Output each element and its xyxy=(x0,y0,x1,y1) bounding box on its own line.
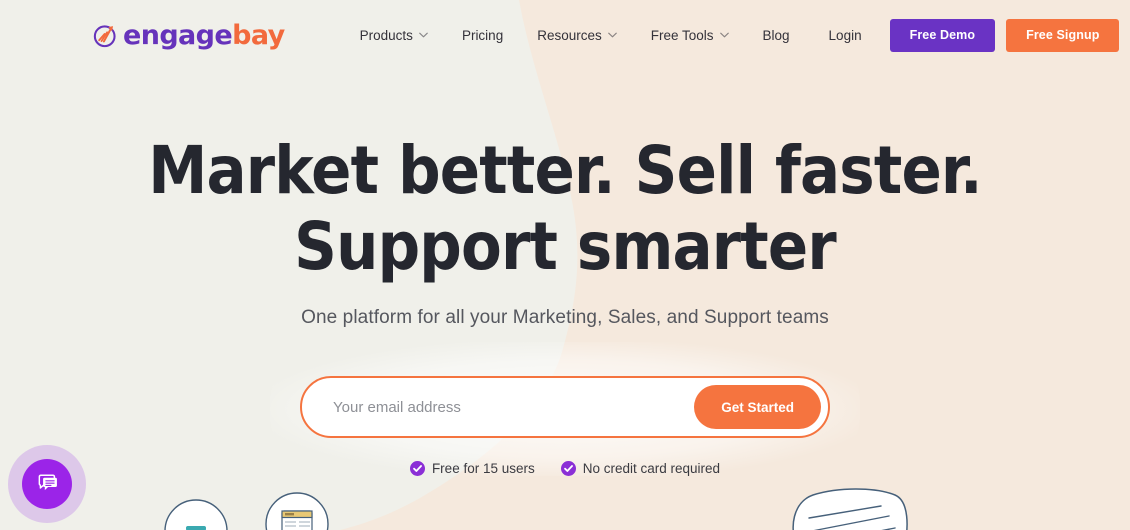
signup-form-pill: Get Started xyxy=(300,376,830,438)
site-header: engagebay Products Pricing Resources Fre… xyxy=(0,0,1130,70)
hero-headline: Market better. Sell faster. Support smar… xyxy=(0,133,1130,285)
trust-badge-free-users: Free for 15 users xyxy=(409,461,535,476)
nav-item-label: Pricing xyxy=(461,27,504,43)
chat-widget-button[interactable] xyxy=(8,445,86,523)
signup-form: Get Started xyxy=(270,342,860,476)
email-input[interactable] xyxy=(302,378,695,436)
get-started-button[interactable]: Get Started xyxy=(694,385,821,429)
nav-item-free-tools[interactable]: Free Tools xyxy=(634,28,746,43)
free-demo-button[interactable]: Free Demo xyxy=(889,18,996,52)
chat-bubble-icon xyxy=(38,474,57,490)
header-actions: Login Free Demo Free Signup xyxy=(807,18,1120,52)
circle-badge-teal xyxy=(164,499,228,530)
chevron-down-icon xyxy=(719,32,729,38)
free-signup-button[interactable]: Free Signup xyxy=(1006,18,1120,52)
document-card xyxy=(792,488,908,530)
trust-badge-label: No credit card required xyxy=(582,461,721,476)
nav-item-label: Resources xyxy=(537,27,602,43)
logo-text-primary: engage xyxy=(123,19,233,51)
hero-headline-line-1: Market better. Sell faster. xyxy=(148,132,982,209)
chat-widget-inner xyxy=(22,459,72,509)
nav-item-pricing[interactable]: Pricing xyxy=(445,28,520,43)
nav-item-label: Products xyxy=(359,27,413,43)
trust-badge-label: Free for 15 users xyxy=(431,461,535,476)
nav-item-products[interactable]: Products xyxy=(343,28,445,43)
hero-subheadline: One platform for all your Marketing, Sal… xyxy=(301,307,829,328)
logo[interactable]: engagebay xyxy=(92,15,285,55)
hero-headline-line-2: Support smarter xyxy=(294,208,837,285)
logo-text: engagebay xyxy=(123,22,285,49)
trust-badges: Free for 15 users No credit card require… xyxy=(0,461,1130,476)
chevron-down-icon xyxy=(419,32,428,38)
check-circle-icon xyxy=(560,461,576,476)
chevron-down-icon xyxy=(607,32,617,38)
nav-item-blog[interactable]: Blog xyxy=(746,28,807,43)
circle-badge-browser xyxy=(265,492,329,530)
logo-text-accent: bay xyxy=(232,19,285,51)
main-navigation: Products Pricing Resources Free Tools Bl… xyxy=(343,28,807,43)
nav-item-label: Free Tools xyxy=(650,27,714,43)
login-link[interactable]: Login xyxy=(807,28,884,43)
trust-badge-no-credit-card: No credit card required xyxy=(560,461,721,476)
check-circle-icon xyxy=(409,461,425,476)
nav-item-resources[interactable]: Resources xyxy=(520,28,634,43)
nav-item-label: Blog xyxy=(762,27,790,43)
engagebay-circle-arrow-icon xyxy=(93,24,116,47)
